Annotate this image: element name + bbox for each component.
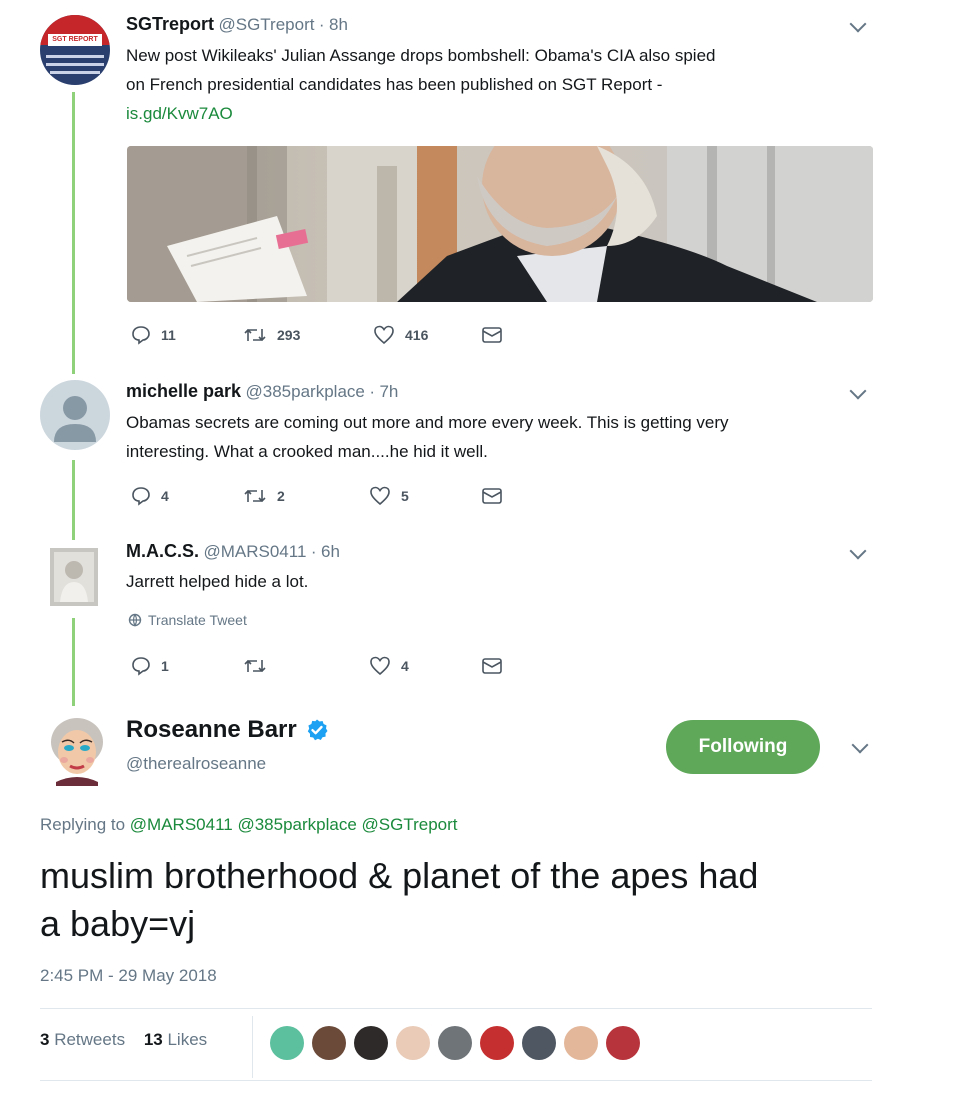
envelope-icon [482, 327, 502, 343]
tweet-header: M.A.C.S. @MARS0411 · 6h [126, 541, 340, 561]
thread-line [72, 460, 75, 540]
reply-count: 11 [161, 327, 176, 343]
avatar[interactable]: SGT REPORT [40, 15, 110, 85]
reply-icon [132, 657, 150, 676]
verified-badge-icon [307, 719, 328, 741]
tweet-actions: 1 4 [131, 656, 503, 676]
avatar[interactable] [42, 710, 112, 786]
photo-avatar [50, 548, 98, 606]
tweet-text: New post Wikileaks' Julian Assange drops… [126, 41, 886, 128]
reply-count: 1 [161, 658, 169, 674]
like-button[interactable]: 4 [369, 656, 481, 676]
reply-button[interactable]: 1 [131, 656, 243, 676]
liker-avatar[interactable] [312, 1026, 346, 1060]
person-silhouette-icon [54, 396, 96, 442]
retweet-count: 293 [277, 327, 301, 343]
tweet-actions: 4 2 5 [131, 486, 503, 506]
reply-count: 4 [161, 488, 169, 504]
tweet-header: SGTreport @SGTreport · 8h [126, 14, 348, 34]
avatar[interactable] [50, 548, 98, 606]
divider [40, 1080, 872, 1081]
message-button[interactable] [481, 657, 503, 675]
liker-avatar[interactable] [270, 1026, 304, 1060]
retweets-stat[interactable]: 3 Retweets [40, 1030, 125, 1049]
tweet-header: michelle park @385parkplace · 7h [126, 381, 399, 401]
divider [40, 1008, 872, 1009]
globe-icon [128, 613, 142, 627]
reply-icon [132, 487, 150, 506]
main-tweet-text: muslim brotherhood & planet of the apes … [40, 855, 759, 944]
chevron-down-icon[interactable] [849, 542, 867, 560]
liker-avatar[interactable] [354, 1026, 388, 1060]
tweet-text: Obamas secrets are coming out more and m… [126, 413, 729, 461]
tweet-time[interactable]: 7h [379, 382, 398, 401]
heart-icon [370, 486, 390, 506]
reply-button[interactable]: 4 [131, 486, 243, 506]
retweet-icon [244, 489, 266, 503]
retweet-icon [244, 659, 266, 673]
user-name[interactable]: michelle park [126, 381, 241, 401]
like-count: 5 [401, 488, 409, 504]
following-button[interactable]: Following [666, 720, 820, 774]
caricature-avatar [42, 710, 112, 786]
liker-avatar[interactable] [606, 1026, 640, 1060]
likes-stat[interactable]: 13 Likes [144, 1030, 207, 1049]
like-button[interactable]: 416 [373, 325, 481, 345]
main-user-handle[interactable]: @therealroseanne [126, 754, 266, 774]
envelope-icon [482, 658, 502, 674]
retweet-button[interactable]: 2 [243, 486, 369, 506]
translate-tweet-link[interactable]: Translate Tweet [128, 612, 247, 628]
like-button[interactable]: 5 [369, 486, 481, 506]
liker-avatar[interactable] [522, 1026, 556, 1060]
tweet-timestamp[interactable]: 2:45 PM - 29 May 2018 [40, 966, 217, 986]
liker-avatar[interactable] [396, 1026, 430, 1060]
thread-line [72, 92, 75, 374]
retweet-button[interactable]: 293 [243, 325, 373, 345]
main-user-name[interactable]: Roseanne Barr [126, 716, 297, 744]
avatar-logo-text: SGT REPORT [48, 34, 102, 46]
retweet-button[interactable] [243, 656, 369, 676]
retweet-count: 2 [277, 488, 285, 504]
tweet-text: Jarrett helped hide a lot. [126, 572, 309, 591]
photo-illustration [127, 146, 873, 302]
thread-line [72, 618, 75, 706]
user-name[interactable]: M.A.C.S. [126, 541, 199, 561]
tweet-stats: 3 Retweets 13 Likes [40, 1030, 207, 1050]
tweet-actions: 11 293 416 [131, 325, 503, 345]
heart-icon [374, 325, 394, 345]
tweet-link[interactable]: is.gd/Kvw7AO [126, 99, 886, 128]
tweet-time[interactable]: 8h [329, 15, 348, 34]
chevron-down-icon[interactable] [849, 15, 867, 33]
liker-avatar[interactable] [564, 1026, 598, 1060]
message-button[interactable] [481, 487, 503, 505]
reply-button[interactable]: 11 [131, 325, 243, 345]
main-user-row: Roseanne Barr [126, 716, 329, 744]
liker-avatar[interactable] [480, 1026, 514, 1060]
message-button[interactable] [481, 326, 503, 344]
user-handle[interactable]: @385parkplace [246, 382, 365, 401]
envelope-icon [482, 488, 502, 504]
default-avatar[interactable] [40, 380, 110, 450]
liker-avatars [270, 1026, 640, 1060]
reply-mentions[interactable]: @MARS0411 @385parkplace @SGTreport [130, 815, 458, 834]
reply-icon [132, 326, 150, 345]
replying-to: Replying to @MARS0411 @385parkplace @SGT… [40, 815, 458, 834]
heart-icon [370, 656, 390, 676]
like-count: 4 [401, 658, 409, 674]
chevron-down-icon[interactable] [849, 382, 867, 400]
liker-avatar[interactable] [438, 1026, 472, 1060]
link-card-image[interactable] [127, 146, 873, 302]
retweet-icon [244, 328, 266, 342]
user-handle[interactable]: @SGTreport [218, 15, 314, 34]
chevron-down-icon[interactable] [851, 736, 869, 754]
divider [252, 1016, 253, 1078]
user-handle[interactable]: @MARS0411 [203, 542, 306, 561]
user-name[interactable]: SGTreport [126, 14, 214, 34]
tweet-time[interactable]: 6h [321, 542, 340, 561]
like-count: 416 [405, 327, 429, 343]
